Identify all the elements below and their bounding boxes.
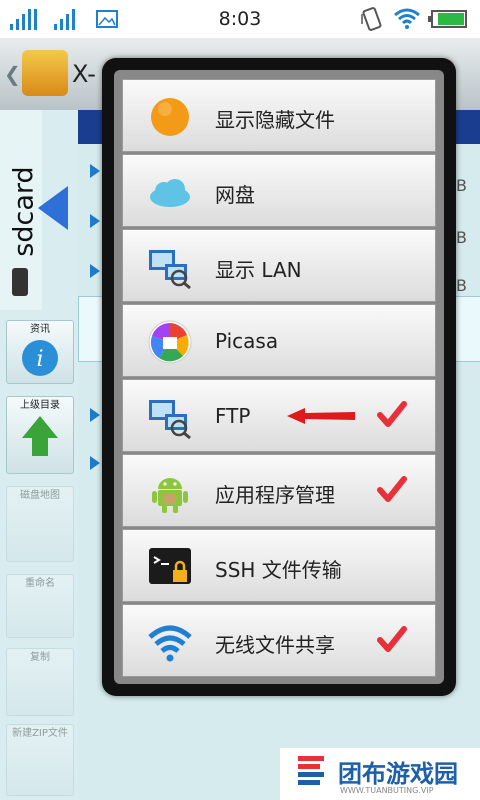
info-icon: i [22,340,58,376]
app-title: X- [72,60,96,88]
watermark: 团布游戏园 WWW.TUANBUTING.VIP [280,748,480,800]
menu-item-label: FTP [215,404,251,428]
menu-item-ftp[interactable]: FTP [122,379,436,452]
file-size: B [456,176,467,195]
menu-item-show-hidden[interactable]: 显示隐藏文件 [122,79,436,152]
annotation-arrow-icon [287,408,355,424]
info-button-label: 资讯 [30,324,50,335]
disk-map-button[interactable]: 磁盘地图 [6,486,74,562]
menu-item-lan[interactable]: 显示 LAN [122,229,436,302]
info-button[interactable]: 资讯 i [6,320,74,384]
check-icon[interactable] [377,475,407,505]
menu-item-netdisk[interactable]: 网盘 [122,154,436,227]
orange-circle-icon [151,98,189,136]
row-arrow-icon [90,408,100,422]
parent-dir-button[interactable]: 上级目录 [6,396,74,474]
rename-button[interactable]: 重命名 [6,574,74,638]
watermark-text: 团布游戏园 [338,760,458,788]
menu-item-label: 无线文件共享 [215,633,335,657]
menu-item-label: SSH 文件传输 [215,558,342,582]
copy-button[interactable]: 复制 [6,648,74,716]
menu-item-label: Picasa [215,329,279,353]
picasa-icon [148,320,192,364]
network-computer-icon [149,250,191,290]
copy-label: 复制 [30,652,50,663]
new-zip-label: 新建ZIP文件 [12,728,68,739]
file-size: B [456,228,467,247]
check-icon[interactable] [377,625,407,655]
cloud-icon [150,179,190,207]
location-arrow-icon [38,186,68,230]
disk-map-label: 磁盘地图 [20,490,60,501]
status-bar: 8:03 [0,0,480,38]
location-tab[interactable]: sdcard [0,110,42,310]
phone-icon [12,268,28,296]
row-arrow-icon [90,456,100,470]
menu-item-label: 应用程序管理 [215,483,335,507]
app-logo-icon [22,50,68,96]
wifi-status-icon [394,8,420,29]
menu-item-label: 显示隐藏文件 [215,108,335,132]
file-size: B [456,276,467,295]
back-chevron-icon[interactable]: ❮ [4,62,21,86]
terminal-lock-icon [149,548,191,584]
wifi-icon [148,625,192,662]
menu-item-wifi-share[interactable]: 无线文件共享 [122,604,436,677]
menu-item-app-manager[interactable]: 应用程序管理 [122,454,436,527]
parent-dir-label: 上级目录 [20,400,60,411]
menu-item-picasa[interactable]: Picasa [122,304,436,377]
rename-label: 重命名 [25,578,55,589]
vibrate-icon [361,7,382,31]
watermark-url: WWW.TUANBUTING.VIP [340,786,434,795]
battery-icon [428,10,467,28]
android-icon [152,478,188,513]
ftp-computer-icon [149,400,191,440]
menu-item-label: 显示 LAN [215,258,302,282]
check-icon[interactable] [377,400,407,430]
new-zip-button[interactable]: 新建ZIP文件 [6,724,74,796]
row-arrow-icon [90,164,100,178]
up-arrow-icon [22,416,58,456]
row-arrow-icon [90,214,100,228]
menu-item-label: 网盘 [215,183,255,207]
watermark-logo-icon [298,756,324,785]
row-arrow-icon [90,264,100,278]
menu-item-ssh[interactable]: SSH 文件传输 [122,529,436,602]
svg-text:i: i [36,347,43,372]
